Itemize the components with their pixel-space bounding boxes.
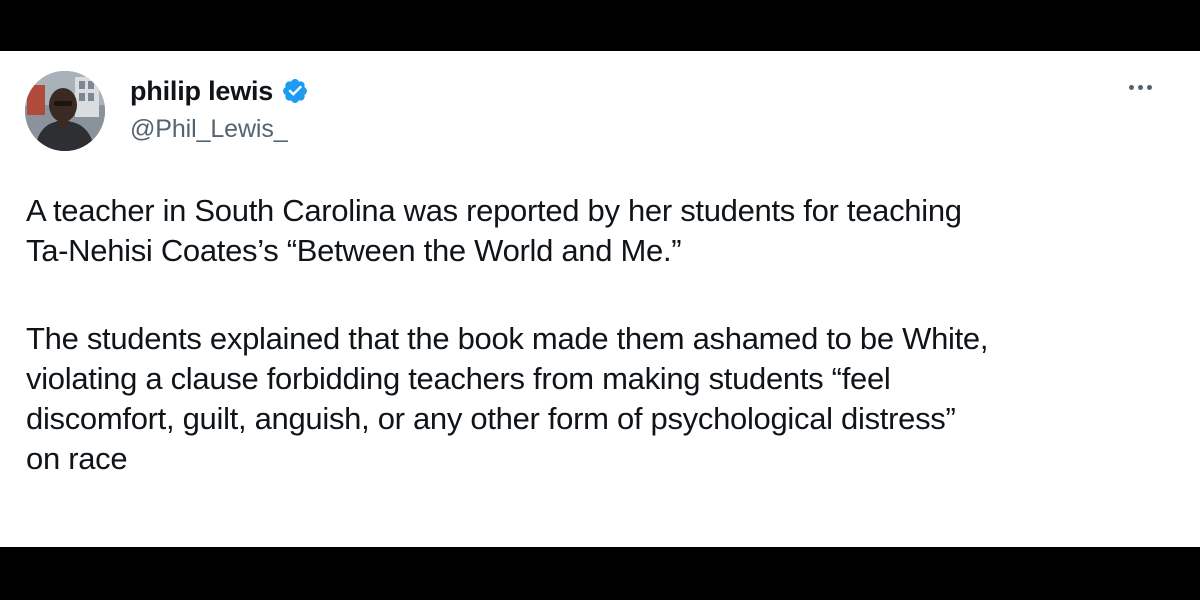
author-display-name[interactable]: philip lewis	[130, 76, 273, 107]
tweet-paragraph: A teacher in South Carolina was reported…	[26, 193, 962, 268]
author-name-row[interactable]: philip lewis	[130, 74, 309, 108]
avatar[interactable]	[25, 71, 105, 151]
more-dot	[1146, 84, 1152, 90]
more-dot	[1137, 84, 1143, 90]
more-dot	[1128, 84, 1134, 90]
profile-photo	[25, 71, 105, 151]
tweet-card: philip lewis @Phil_Lewis_ A teacher in S…	[0, 51, 1200, 547]
tweet-text: A teacher in South Carolina was reported…	[26, 191, 1156, 479]
more-options-icon[interactable]	[1122, 73, 1158, 101]
verified-badge-icon	[281, 77, 309, 105]
author-handle[interactable]: @Phil_Lewis_	[130, 115, 288, 144]
tweet-paragraph: The students explained that the book mad…	[26, 321, 989, 476]
